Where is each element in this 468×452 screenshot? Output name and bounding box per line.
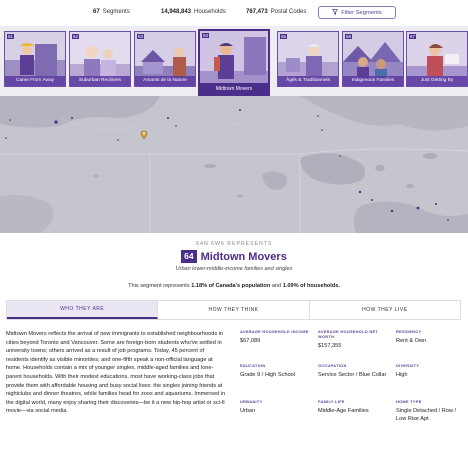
tab-who-they-are[interactable]: WHO THEY ARE: [7, 301, 159, 319]
segment-card-61[interactable]: 61 Came From Away: [4, 31, 66, 87]
fact-label: FAMILY LIFE: [318, 399, 345, 404]
segment-description: Midtown Movers reflects the arrival of n…: [6, 331, 226, 415]
postal-codes-label: Postal Codes: [270, 9, 307, 15]
fact-average-household-net-worth: AVERAGE HOUSEHOLD NET WORTH $157,355: [318, 329, 390, 350]
fact-value: Middle-Age Families: [318, 408, 369, 414]
households-stat: 14,948,843 Households: [161, 9, 226, 15]
postal-codes-count: 767,473: [246, 9, 268, 15]
stats-bar: 67 Segments 14,948,843 Households 767,473 P…: [0, 0, 468, 26]
fact-label: OCCUPATION: [318, 363, 347, 368]
segment-name: Âgés & Traditionnels: [278, 76, 338, 86]
fact-value: $157,355: [318, 343, 342, 349]
fact-value: High: [396, 372, 408, 378]
segment-card-62[interactable]: 62 Suburban Recliners: [69, 31, 131, 87]
fact-residency: RESIDENCY Rent & Own: [396, 329, 468, 345]
segment-number: 66: [345, 34, 353, 39]
segment-subtitle: Urban lower-middle-income families and s…: [175, 266, 293, 272]
location-pin-icon[interactable]: [140, 126, 148, 144]
segment-number: 61: [7, 34, 15, 39]
segment-card-65[interactable]: 65 Âgés & Traditionnels: [277, 31, 339, 87]
tab-how-they-think[interactable]: HOW THEY THINK: [158, 301, 310, 319]
segment-number: 67: [409, 34, 417, 39]
represents-and: and: [271, 283, 282, 289]
tab-how-they-live[interactable]: HOW THEY LIVE: [309, 301, 460, 319]
segments-count: 67: [93, 9, 100, 15]
filter-icon: [332, 8, 339, 17]
fact-urbanity: URBANITY Urban: [240, 399, 312, 415]
segment-name: Amants de la Nature: [135, 76, 195, 86]
household-share: 1.09% of households.: [282, 283, 340, 289]
fact-label: AVERAGE HOUSEHOLD INCOME: [240, 329, 309, 334]
fact-value: Urban: [240, 408, 256, 414]
segment-share-text: This segment represents 1.18% of Canada'…: [0, 283, 468, 289]
fact-occupation: OCCUPATION Service Sector / Blue Collar: [318, 363, 390, 379]
postal-code-kicker: S4N 6W6 REPRESENTS: [195, 241, 273, 247]
segment-name: Came From Away: [5, 76, 65, 86]
segment-number: 64: [202, 33, 210, 38]
fact-label: AVERAGE HOUSEHOLD NET WORTH: [318, 329, 379, 339]
segment-name: Midtown Movers: [200, 83, 268, 95]
filter-segments-button[interactable]: Filter Segments: [318, 6, 396, 19]
segment-details: S4N 6W6 REPRESENTS 64 Midtown Movers Urb…: [0, 233, 468, 452]
segment-card-67[interactable]: 67 Just Getting By: [406, 31, 468, 87]
segment-name: Indigenous Families: [343, 76, 403, 86]
segment-card-64-selected[interactable]: 64 Midtown Movers: [198, 29, 270, 97]
segment-name: Just Getting By: [407, 76, 467, 86]
fact-value: Rent & Own: [396, 338, 427, 344]
map-canvas: [0, 96, 468, 233]
represents-prefix: This segment represents: [128, 283, 190, 289]
fact-value: Grade 9 / High School: [240, 372, 296, 378]
households-label: Households: [194, 9, 226, 15]
fact-family-life: FAMILY LIFE Middle-Age Families: [318, 399, 390, 415]
segment-number: 65: [280, 34, 288, 39]
segments-stat: 67 Segments: [93, 9, 130, 15]
segment-title: 64 Midtown Movers: [0, 250, 468, 263]
fact-education: EDUCATION Grade 9 / High School: [240, 363, 312, 379]
population-share: 1.18% of Canada's population: [191, 283, 271, 289]
households-count: 14,948,843: [161, 9, 192, 15]
fact-value: $67,089: [240, 338, 261, 344]
fact-label: EDUCATION: [240, 363, 266, 368]
segment-number: 62: [72, 34, 80, 39]
fact-diversity: DIVERSITY High: [396, 363, 468, 379]
segment-name-heading: Midtown Movers: [200, 250, 287, 263]
fact-label: HOME TYPE: [396, 399, 422, 404]
filter-segments-label: Filter Segments: [341, 9, 382, 16]
postal-codes-stat: 767,473 Postal Codes: [246, 9, 306, 15]
fact-value: Single Detached / Row / Low Rise Apt: [396, 408, 457, 422]
segment-map[interactable]: [0, 96, 468, 233]
segment-carousel: 61 Came From Away 62 Suburban Recliners …: [0, 26, 468, 98]
segment-number-badge: 64: [181, 250, 197, 263]
fact-label: URBANITY: [240, 399, 263, 404]
fact-average-household-income: AVERAGE HOUSEHOLD INCOME $67,089: [240, 329, 312, 345]
fact-value: Service Sector / Blue Collar: [318, 372, 387, 378]
segment-number: 63: [137, 34, 145, 39]
segment-name: Suburban Recliners: [70, 76, 130, 86]
segment-card-63[interactable]: 63 Amants de la Nature: [134, 31, 196, 87]
fact-label: DIVERSITY: [396, 363, 420, 368]
fact-label: RESIDENCY: [396, 329, 422, 334]
segment-tabs: WHO THEY ARE HOW THEY THINK HOW THEY LIV…: [6, 300, 461, 320]
segment-card-66[interactable]: 66 Indigenous Families: [342, 31, 404, 87]
fact-home-type: HOME TYPE Single Detached / Row / Low Ri…: [396, 399, 462, 423]
segments-label: Segments: [102, 9, 130, 15]
